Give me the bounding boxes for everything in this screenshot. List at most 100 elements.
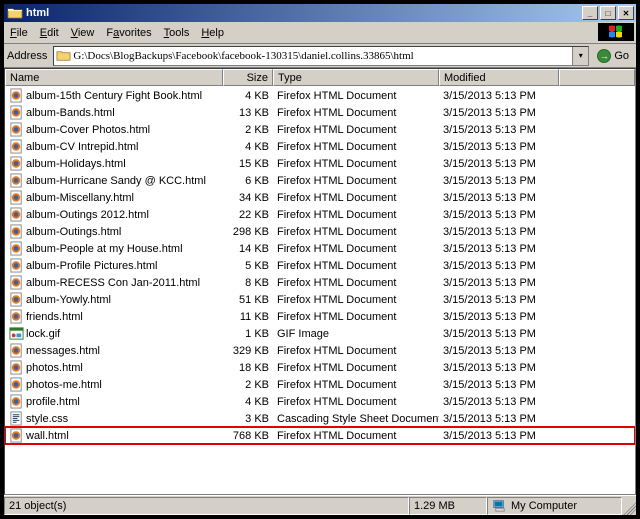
go-icon: → xyxy=(597,49,611,63)
ff-file-icon xyxy=(9,139,24,154)
col-header-size[interactable]: Size xyxy=(223,69,273,86)
file-type: Firefox HTML Document xyxy=(273,430,439,442)
file-name: profile.html xyxy=(26,396,80,408)
file-row[interactable]: album-Outings.html298 KBFirefox HTML Doc… xyxy=(5,223,635,240)
menu-help[interactable]: Help xyxy=(201,27,224,39)
file-row[interactable]: profile.html4 KBFirefox HTML Document3/1… xyxy=(5,393,635,410)
file-type: Firefox HTML Document xyxy=(273,192,439,204)
minimize-button[interactable]: _ xyxy=(582,6,598,20)
folder-icon xyxy=(56,48,71,63)
close-button[interactable]: ✕ xyxy=(618,6,634,20)
ff-file-icon xyxy=(9,292,24,307)
file-name: friends.html xyxy=(26,311,83,323)
file-row[interactable]: photos.html18 KBFirefox HTML Document3/1… xyxy=(5,359,635,376)
file-name: album-Outings.html xyxy=(26,226,121,238)
file-row[interactable]: lock.gif1 KBGIF Image3/15/2013 5:13 PM xyxy=(5,325,635,342)
file-modified: 3/15/2013 5:13 PM xyxy=(439,158,559,170)
file-size: 3 KB xyxy=(223,413,273,425)
window-title: html xyxy=(26,7,582,19)
file-type: Cascading Style Sheet Document xyxy=(273,413,439,425)
go-button[interactable]: → Go xyxy=(593,49,633,63)
file-type: Firefox HTML Document xyxy=(273,345,439,357)
file-size: 8 KB xyxy=(223,277,273,289)
file-type: Firefox HTML Document xyxy=(273,158,439,170)
file-modified: 3/15/2013 5:13 PM xyxy=(439,107,559,119)
file-type: Firefox HTML Document xyxy=(273,124,439,136)
ff-file-icon xyxy=(9,207,24,222)
file-name: style.css xyxy=(26,413,68,425)
file-size: 22 KB xyxy=(223,209,273,221)
file-type: Firefox HTML Document xyxy=(273,379,439,391)
file-type: Firefox HTML Document xyxy=(273,175,439,187)
file-row[interactable]: album-CV Intrepid.html4 KBFirefox HTML D… xyxy=(5,138,635,155)
menu-view[interactable]: View xyxy=(71,27,95,39)
file-row[interactable]: messages.html329 KBFirefox HTML Document… xyxy=(5,342,635,359)
file-size: 1 KB xyxy=(223,328,273,340)
file-row[interactable]: album-Bands.html13 KBFirefox HTML Docume… xyxy=(5,104,635,121)
maximize-button[interactable]: □ xyxy=(600,6,616,20)
col-header-type[interactable]: Type xyxy=(273,69,439,86)
file-row[interactable]: album-Holidays.html15 KBFirefox HTML Doc… xyxy=(5,155,635,172)
file-modified: 3/15/2013 5:13 PM xyxy=(439,260,559,272)
ff-file-icon xyxy=(9,105,24,120)
file-modified: 3/15/2013 5:13 PM xyxy=(439,90,559,102)
menu-file[interactable]: File xyxy=(10,27,28,39)
file-type: Firefox HTML Document xyxy=(273,226,439,238)
file-type: Firefox HTML Document xyxy=(273,294,439,306)
explorer-window: html _ □ ✕ File Edit View Favorites Tool… xyxy=(3,3,637,516)
file-row[interactable]: style.css 3 KBCascading Style Sheet Docum… xyxy=(5,410,635,427)
file-size: 4 KB xyxy=(223,396,273,408)
file-row[interactable]: album-Outings 2012.html22 KBFirefox HTML… xyxy=(5,206,635,223)
file-modified: 3/15/2013 5:13 PM xyxy=(439,413,559,425)
file-type: Firefox HTML Document xyxy=(273,243,439,255)
ff-file-icon xyxy=(9,394,24,409)
file-row[interactable]: wall.html 768 KBFirefox HTML Document3/15… xyxy=(5,427,635,444)
resize-grip[interactable] xyxy=(622,497,636,515)
file-name: photos-me.html xyxy=(26,379,102,391)
file-list: Name Size Type Modified album-15th Centu… xyxy=(4,68,636,495)
menu-edit[interactable]: Edit xyxy=(40,27,59,39)
file-name: album-Cover Photos.html xyxy=(26,124,150,136)
address-input-wrap[interactable]: ▾ xyxy=(53,46,589,66)
file-row[interactable]: album-Profile Pictures.html5 KBFirefox H… xyxy=(5,257,635,274)
file-name: album-Bands.html xyxy=(26,107,115,119)
file-size: 768 KB xyxy=(223,430,273,442)
file-type: Firefox HTML Document xyxy=(273,90,439,102)
column-headers: Name Size Type Modified xyxy=(5,69,635,86)
ff-file-icon xyxy=(9,156,24,171)
status-location: My Computer xyxy=(487,497,622,515)
file-row[interactable]: album-RECESS Con Jan-2011.html8 KBFirefo… xyxy=(5,274,635,291)
ff-file-icon xyxy=(9,122,24,137)
file-type: Firefox HTML Document xyxy=(273,209,439,221)
col-header-modified[interactable]: Modified xyxy=(439,69,559,86)
file-name: album-Profile Pictures.html xyxy=(26,260,157,272)
file-modified: 3/15/2013 5:13 PM xyxy=(439,430,559,442)
css-file-icon xyxy=(9,411,24,426)
file-row[interactable]: album-Yowly.html51 KBFirefox HTML Docume… xyxy=(5,291,635,308)
address-bar: Address ▾ → Go xyxy=(4,44,636,68)
menu-favorites[interactable]: Favorites xyxy=(106,27,151,39)
ff-file-icon xyxy=(9,309,24,324)
gif-file-icon xyxy=(9,326,24,341)
file-row[interactable]: album-People at my House.html14 KBFirefo… xyxy=(5,240,635,257)
file-row[interactable]: album-Miscellany.html34 KBFirefox HTML D… xyxy=(5,189,635,206)
status-size: 1.29 MB xyxy=(409,497,487,515)
file-row[interactable]: photos-me.html2 KBFirefox HTML Document3… xyxy=(5,376,635,393)
file-type: Firefox HTML Document xyxy=(273,311,439,323)
file-row[interactable]: album-15th Century Fight Book.html4 KBFi… xyxy=(5,87,635,104)
folder-icon xyxy=(7,5,23,21)
file-size: 34 KB xyxy=(223,192,273,204)
col-header-name[interactable]: Name xyxy=(5,69,223,86)
file-row[interactable]: album-Hurricane Sandy @ KCC.html6 KBFire… xyxy=(5,172,635,189)
file-size: 11 KB xyxy=(223,311,273,323)
ff-file-icon xyxy=(9,343,24,358)
menu-tools[interactable]: Tools xyxy=(164,27,190,39)
file-row[interactable]: album-Cover Photos.html2 KBFirefox HTML … xyxy=(5,121,635,138)
file-modified: 3/15/2013 5:13 PM xyxy=(439,226,559,238)
titlebar[interactable]: html _ □ ✕ xyxy=(4,4,636,22)
file-size: 4 KB xyxy=(223,90,273,102)
address-input[interactable] xyxy=(71,49,572,63)
address-dropdown-button[interactable]: ▾ xyxy=(572,47,588,65)
file-name: wall.html xyxy=(26,430,69,442)
file-row[interactable]: friends.html11 KBFirefox HTML Document3/… xyxy=(5,308,635,325)
